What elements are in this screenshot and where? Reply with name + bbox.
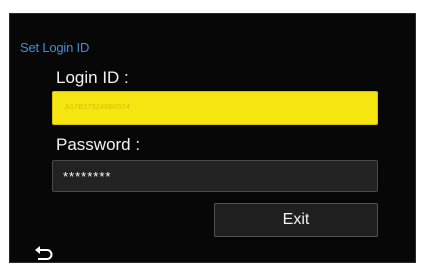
login-id-field[interactable]: A17B275248B0574 (52, 91, 378, 125)
back-button[interactable] (30, 244, 58, 264)
password-label: Password : (56, 135, 141, 154)
camera-settings-screen: Set Login ID Login ID : A17B275248B0574 … (9, 13, 416, 263)
exit-button[interactable]: Exit (214, 203, 378, 237)
screen-title: Set Login ID (20, 40, 90, 55)
return-arrow-icon (35, 246, 53, 260)
login-id-label: Login ID : (56, 68, 129, 87)
password-field[interactable]: ******** (52, 160, 378, 192)
